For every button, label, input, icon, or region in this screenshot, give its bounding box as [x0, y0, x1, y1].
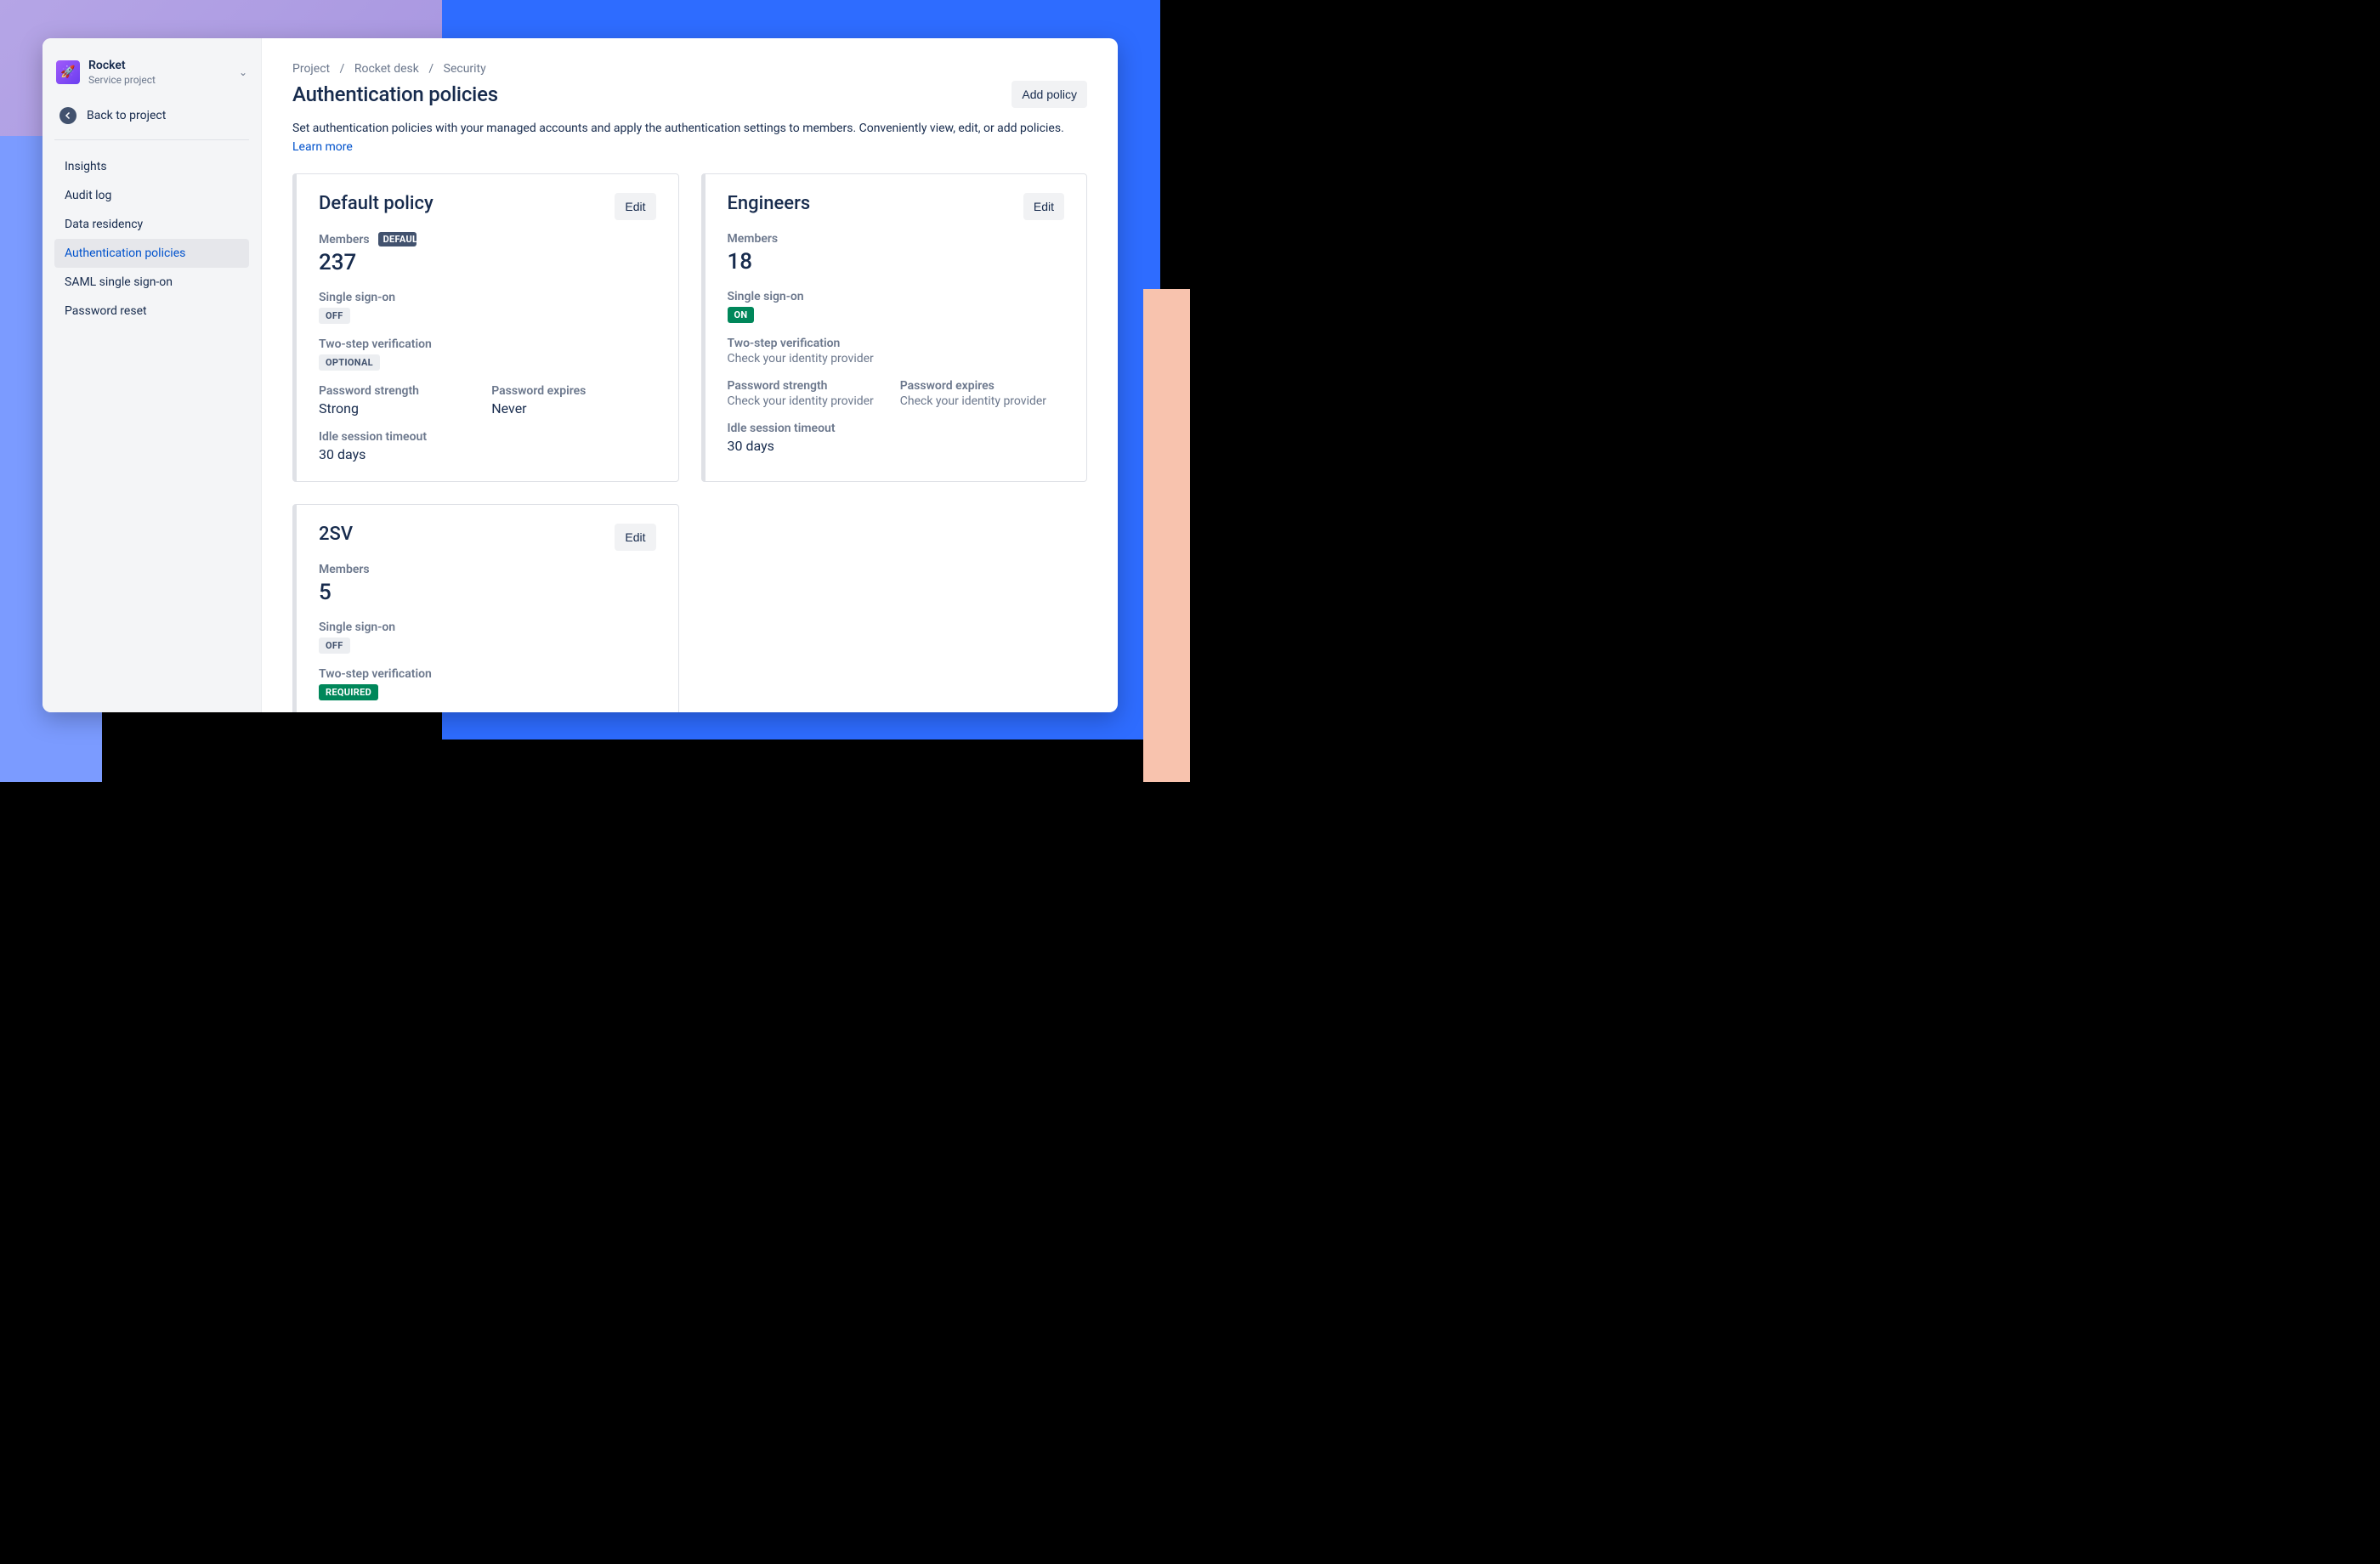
breadcrumb-project[interactable]: Project: [292, 62, 330, 76]
learn-more-link[interactable]: Learn more: [292, 140, 353, 154]
twosv-status-pill: REQUIRED: [319, 684, 378, 700]
policy-card-2sv: 2SV Edit Members 5 Single sign-on OFF Tw…: [292, 504, 679, 712]
page-description: Set authentication policies with your ma…: [292, 120, 1087, 156]
sidebar-item-audit-log[interactable]: Audit log: [54, 181, 249, 210]
default-badge: DEFAULT: [378, 232, 416, 246]
members-label: Members: [728, 232, 1065, 246]
members-label: Members: [319, 233, 370, 246]
main-content: Project / Rocket desk / Security Authent…: [262, 38, 1118, 712]
sidebar-item-auth-policies[interactable]: Authentication policies: [54, 239, 249, 268]
twosv-label: Two-step verification: [728, 337, 1065, 350]
project-type: Service project: [88, 74, 230, 87]
sidebar: 🚀 Rocket Service project ⌄ Back to proje…: [42, 38, 262, 712]
sidebar-item-insights[interactable]: Insights: [54, 152, 249, 181]
sidebar-nav: Insights Audit log Data residency Authen…: [42, 149, 261, 329]
twosv-status-pill: OPTIONAL: [319, 354, 380, 371]
members-count: 237: [319, 250, 656, 275]
project-switcher[interactable]: 🚀 Rocket Service project ⌄: [42, 54, 261, 99]
sso-label: Single sign-on: [728, 290, 1065, 303]
edit-button[interactable]: Edit: [1023, 193, 1064, 220]
pw-expires-label: Password expires: [900, 379, 1064, 393]
policy-name: 2SV: [319, 524, 353, 545]
sidebar-item-data-residency[interactable]: Data residency: [54, 210, 249, 239]
breadcrumb: Project / Rocket desk / Security: [292, 62, 1087, 76]
edit-button[interactable]: Edit: [615, 524, 655, 551]
twosv-note: Check your identity provider: [728, 352, 1065, 366]
pw-expires-value: Never: [491, 400, 655, 416]
breadcrumb-security[interactable]: Security: [444, 62, 486, 76]
add-policy-button[interactable]: Add policy: [1012, 81, 1087, 108]
pw-strength-label: Password strength: [319, 384, 483, 398]
sso-status-pill: OFF: [319, 308, 350, 324]
pw-strength-value: Strong: [319, 400, 483, 416]
idle-value: 30 days: [728, 438, 1065, 454]
divider: [54, 139, 249, 140]
sso-label: Single sign-on: [319, 620, 656, 634]
members-label: Members: [319, 563, 656, 576]
sidebar-item-password-reset[interactable]: Password reset: [54, 297, 249, 326]
breadcrumb-rocket-desk[interactable]: Rocket desk: [354, 62, 419, 76]
arrow-left-icon: [60, 107, 76, 124]
twosv-label: Two-step verification: [319, 337, 656, 351]
sidebar-item-saml-sso[interactable]: SAML single sign-on: [54, 268, 249, 297]
pw-expires-label: Password expires: [491, 384, 655, 398]
idle-label: Idle session timeout: [728, 422, 1065, 435]
twosv-label: Two-step verification: [319, 667, 656, 681]
project-name: Rocket: [88, 59, 230, 74]
back-to-project-link[interactable]: Back to project: [42, 99, 261, 139]
edit-button[interactable]: Edit: [615, 193, 655, 220]
page-title: Authentication policies: [292, 82, 498, 106]
chevron-down-icon: ⌄: [239, 66, 247, 78]
sso-status-pill: ON: [728, 307, 755, 323]
pw-strength-label: Password strength: [728, 379, 892, 393]
idle-label: Idle session timeout: [319, 430, 656, 444]
members-count: 18: [728, 249, 1065, 275]
app-window: 🚀 Rocket Service project ⌄ Back to proje…: [42, 38, 1118, 712]
members-count: 5: [319, 580, 656, 605]
idle-value: 30 days: [319, 446, 656, 462]
back-label: Back to project: [87, 109, 166, 122]
sso-status-pill: OFF: [319, 638, 350, 654]
policy-cards: Default policy Edit Members DEFAULT 237 …: [292, 173, 1087, 712]
pw-expires-note: Check your identity provider: [900, 394, 1064, 408]
policy-card-engineers: Engineers Edit Members 18 Single sign-on…: [701, 173, 1088, 482]
pw-strength-note: Check your identity provider: [728, 394, 892, 408]
policy-name: Default policy: [319, 193, 434, 214]
policy-name: Engineers: [728, 193, 811, 214]
sso-label: Single sign-on: [319, 291, 656, 304]
rocket-icon: 🚀: [56, 60, 80, 84]
policy-card-default: Default policy Edit Members DEFAULT 237 …: [292, 173, 679, 482]
